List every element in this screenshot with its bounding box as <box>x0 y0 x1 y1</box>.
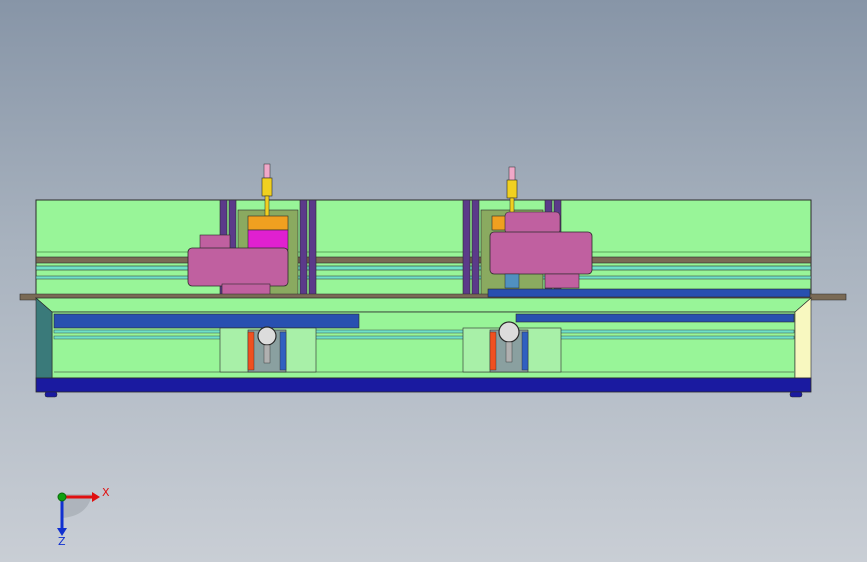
base-bottom-bar <box>35 377 812 393</box>
inner-rail-1 <box>53 329 795 334</box>
bearing-blue-right <box>521 331 529 371</box>
inner-rail-2 <box>53 335 795 340</box>
base-side-right <box>794 297 812 379</box>
x-axis-arrow <box>92 492 100 502</box>
post-left-d <box>308 199 317 299</box>
motor-cap-left <box>199 234 231 250</box>
plate-right <box>515 313 795 323</box>
bearing-left <box>257 326 277 346</box>
shaft-left <box>264 195 270 217</box>
motor-base-right <box>504 273 520 289</box>
x-axis-label: X <box>102 486 110 499</box>
motor-foot-right <box>544 273 580 289</box>
bearing-shaft-left <box>263 344 271 364</box>
right-blue-plate <box>487 288 811 298</box>
cad-viewport[interactable]: X Z <box>0 0 867 562</box>
shaft-tip-right <box>508 166 516 182</box>
motor-body-right <box>489 231 593 275</box>
magenta-block-left <box>247 229 289 251</box>
shaft-tip-left <box>263 163 271 179</box>
upper-rail-2 <box>35 275 812 280</box>
motor-cap-right <box>504 211 561 235</box>
post-left-c <box>299 199 308 299</box>
shaft-collar-left <box>261 177 273 197</box>
foot-right <box>789 391 803 398</box>
bearing-red-left <box>247 331 255 371</box>
motor-body-left <box>187 247 289 287</box>
z-axis-label: Z <box>58 535 66 548</box>
base-top-face <box>34 297 813 313</box>
bearing-right <box>498 321 520 343</box>
bearing-red-right <box>489 331 497 371</box>
orange-block-left <box>247 215 289 231</box>
base-side-left <box>35 297 53 379</box>
bearing-blue-left <box>279 331 287 371</box>
post-right-b <box>471 199 480 299</box>
shaft-collar-right <box>506 179 518 199</box>
upper-rail <box>35 265 812 271</box>
coordinate-triad: X Z <box>57 486 110 548</box>
plate-left <box>53 313 360 329</box>
back-panel <box>35 199 812 301</box>
y-axis-dot <box>57 492 67 502</box>
guide-rod <box>35 256 812 264</box>
assembly-model <box>19 163 847 398</box>
bearing-shaft-right <box>505 341 513 363</box>
post-right-a <box>462 199 471 299</box>
foot-left <box>44 391 58 398</box>
